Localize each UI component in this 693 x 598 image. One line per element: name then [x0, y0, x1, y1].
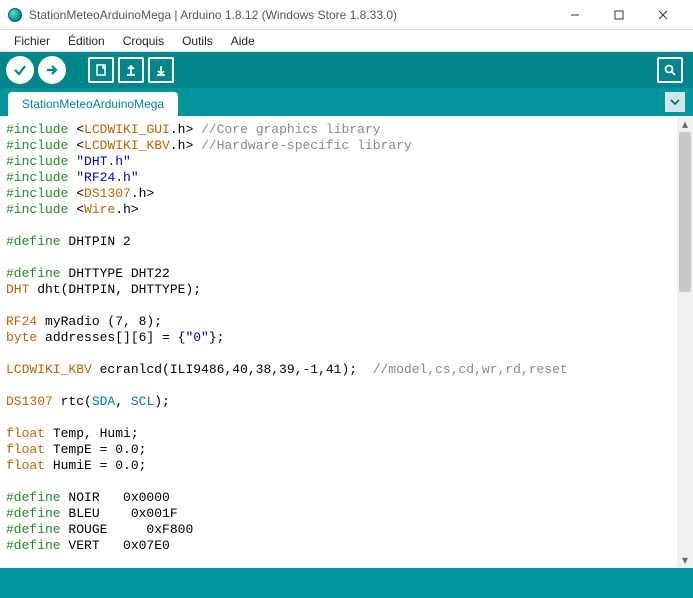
tab-menu-button[interactable]	[665, 92, 685, 112]
window-title: StationMeteoArduinoMega | Arduino 1.8.12…	[29, 8, 553, 22]
open-sketch-button[interactable]	[118, 57, 144, 83]
menu-file[interactable]: Fichier	[6, 32, 58, 50]
menubar: Fichier Édition Croquis Outils Aide	[0, 30, 693, 52]
status-bar	[0, 568, 693, 598]
scroll-thumb[interactable]	[679, 132, 691, 292]
menu-tools[interactable]: Outils	[174, 32, 221, 50]
verify-button[interactable]	[6, 56, 34, 84]
code-editor[interactable]: #include <LCDWIKI_GUI.h> //Core graphics…	[0, 116, 693, 568]
close-button[interactable]	[641, 1, 685, 29]
window-controls	[553, 1, 685, 29]
maximize-button[interactable]	[597, 1, 641, 29]
save-sketch-button[interactable]	[148, 57, 174, 83]
new-sketch-button[interactable]	[88, 57, 114, 83]
tab-bar: StationMeteoArduinoMega	[0, 88, 693, 116]
minimize-button[interactable]	[553, 1, 597, 29]
tab-sketch[interactable]: StationMeteoArduinoMega	[8, 92, 178, 116]
toolbar	[0, 52, 693, 88]
editor-scrollbar[interactable]: ▴ ▾	[677, 116, 693, 568]
serial-monitor-button[interactable]	[657, 57, 683, 83]
kw-include: #include	[6, 122, 68, 137]
menu-help[interactable]: Aide	[223, 32, 263, 50]
menu-edit[interactable]: Édition	[60, 32, 113, 50]
titlebar: StationMeteoArduinoMega | Arduino 1.8.12…	[0, 0, 693, 30]
scroll-up-icon[interactable]: ▴	[677, 116, 693, 132]
editor-area: #include <LCDWIKI_GUI.h> //Core graphics…	[0, 116, 693, 568]
arduino-logo-icon	[8, 8, 22, 22]
menu-sketch[interactable]: Croquis	[115, 32, 172, 50]
upload-button[interactable]	[38, 56, 66, 84]
scroll-down-icon[interactable]: ▾	[677, 552, 693, 568]
